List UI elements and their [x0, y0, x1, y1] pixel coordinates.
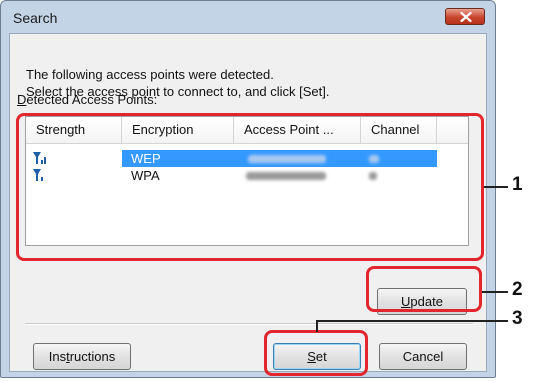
- callout-number-1: 1: [512, 174, 523, 195]
- callout-leader-2: [482, 291, 508, 293]
- close-button[interactable]: [445, 8, 485, 25]
- title-bar[interactable]: Search: [1, 1, 495, 33]
- close-icon: [460, 12, 472, 22]
- instruction-line-1: The following access points were detecte…: [26, 67, 274, 82]
- separator: [25, 323, 473, 325]
- cancel-button[interactable]: Cancel: [379, 343, 467, 370]
- detected-access-points-label: Detected Access Points:: [17, 92, 158, 107]
- callout-number-2: 2: [512, 279, 523, 300]
- callout-leader-3-drop: [316, 320, 318, 332]
- callout-highlight-update: [366, 266, 482, 312]
- window-title: Search: [13, 10, 58, 26]
- callout-leader-1: [484, 186, 508, 188]
- callout-number-3: 3: [512, 308, 523, 329]
- callout-highlight-list: [16, 113, 484, 261]
- callout-leader-3: [318, 320, 508, 322]
- callout-highlight-set: [264, 330, 368, 376]
- instructions-button[interactable]: Instructions: [33, 343, 131, 370]
